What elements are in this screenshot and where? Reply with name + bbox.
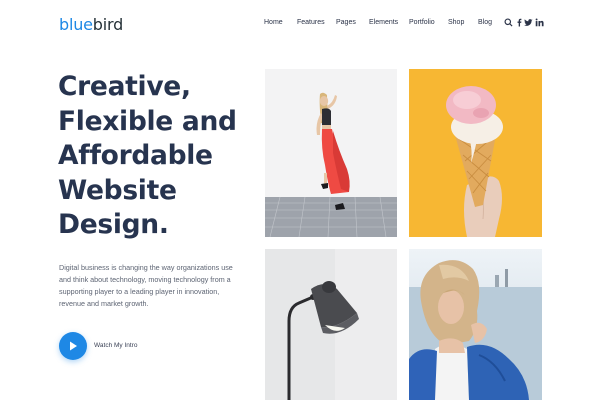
hero-title-line: Flexible and (58, 105, 237, 137)
logo-part-bird: bird (92, 15, 124, 34)
hero-title-line: Affordable (58, 140, 213, 171)
ice-cream-cone-photo[interactable] (409, 69, 542, 237)
linkedin-icon[interactable] (535, 18, 544, 27)
facebook-icon[interactable] (515, 18, 524, 27)
woman-blue-jacket-photo[interactable] (409, 249, 542, 400)
nav-blog[interactable]: Blog (478, 19, 492, 26)
hero-title-line: Design. (58, 209, 169, 240)
hero-title: Creative, Flexible and Affordable Websit… (58, 70, 258, 243)
play-button[interactable] (59, 332, 87, 360)
watch-intro-link[interactable]: Watch My Intro (94, 342, 137, 349)
logo-part-blue: blue (59, 15, 93, 34)
play-icon (70, 341, 77, 351)
twitter-icon[interactable] (524, 18, 533, 27)
desk-lamp-photo[interactable] (265, 249, 397, 400)
description-line: and think about technology, moving techn… (59, 275, 231, 284)
hero-title-line: Creative, (58, 71, 191, 102)
hero-title-line: Website (58, 174, 177, 206)
description-line: revenue and market growth. (59, 299, 149, 308)
description-line: Digital business is changing the way org… (59, 263, 233, 272)
nav-home[interactable]: Home (264, 19, 283, 26)
description-line: supporting player to a leading player in… (59, 287, 220, 296)
nav-elements[interactable]: Elements (369, 19, 398, 26)
nav-shop[interactable]: Shop (448, 19, 464, 26)
logo[interactable]: bluebird (59, 15, 123, 34)
nav-features[interactable]: Features (297, 19, 325, 26)
nav-portfolio[interactable]: Portfolio (409, 19, 435, 26)
site-header: bluebird Home Features Pages Elements Po… (0, 0, 600, 46)
search-icon[interactable] (504, 18, 513, 27)
hero-description: Digital business is changing the way org… (59, 262, 254, 310)
woman-red-skirt-photo[interactable] (265, 69, 397, 237)
nav-pages[interactable]: Pages (336, 19, 356, 26)
